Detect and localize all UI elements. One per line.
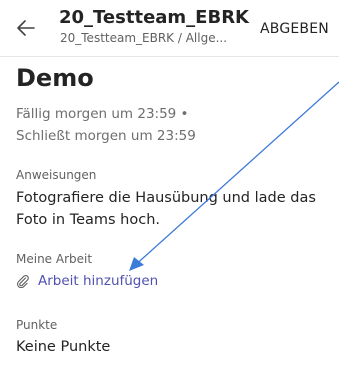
submit-button[interactable]: ABGEBEN	[260, 21, 329, 37]
instructions-text-line1: Fotografiere die Hausübung und lade das	[16, 190, 316, 206]
points-label: Punkte	[16, 318, 58, 332]
add-work-label: Arbeit hinzufügen	[38, 273, 159, 289]
due-date: Fällig morgen um 23:59 •	[16, 106, 189, 122]
header-divider	[0, 56, 339, 57]
add-work-button[interactable]: Arbeit hinzufügen	[16, 273, 158, 289]
my-work-label: Meine Arbeit	[16, 252, 93, 266]
paperclip-icon	[17, 275, 29, 288]
team-title: 20_Testteam_EBRK	[59, 7, 250, 28]
channel-breadcrumb: 20_Testteam_EBRK / Allge...	[60, 31, 228, 45]
app-header: 20_Testteam_EBRK 20_Testteam_EBRK / Allg…	[0, 0, 339, 56]
instructions-text-line2: Foto in Teams hoch.	[16, 212, 161, 228]
assignment-title: Demo	[16, 64, 94, 92]
back-arrow-icon[interactable]	[16, 18, 36, 38]
close-date: Schließt morgen um 23:59	[16, 128, 196, 144]
points-value: Keine Punkte	[16, 339, 111, 355]
instructions-label: Anweisungen	[16, 168, 97, 182]
